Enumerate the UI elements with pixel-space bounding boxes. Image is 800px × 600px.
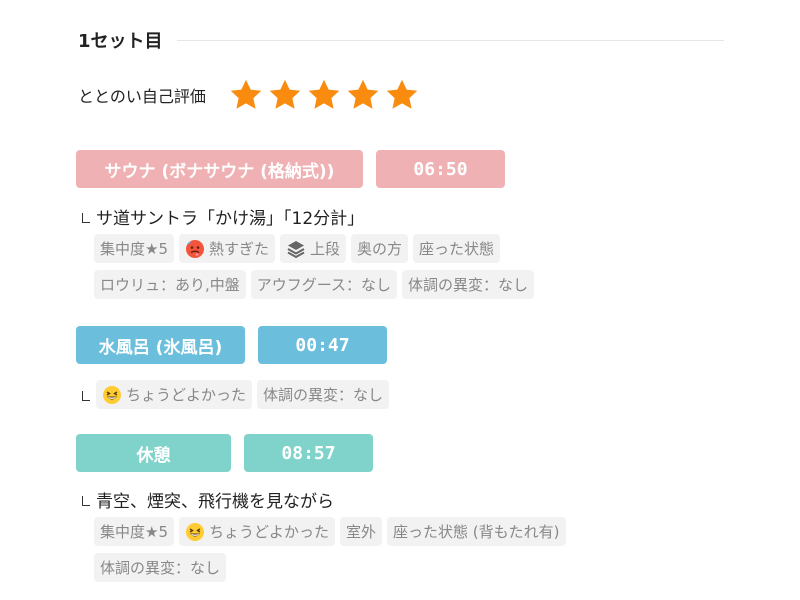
tag-text: ちょうどよかった <box>209 523 330 541</box>
tag-text: アウフグース：なし <box>256 276 392 294</box>
sauna-memo: サ道サントラ「かけ湯」「12分計」 <box>82 204 364 229</box>
rest-memo: 青空、煙突、飛行機を見ながら <box>82 487 334 512</box>
rest-label: 休憩 <box>76 434 231 472</box>
tag: 座った状態 <box>413 234 501 263</box>
evaluation-row: ととのい自己評価 <box>78 76 423 114</box>
water-label-text: 水風呂 (氷風呂) <box>98 337 223 358</box>
rest-time-text: 08:57 <box>281 442 336 464</box>
star-icon <box>228 77 264 113</box>
set-title: 1セット目 <box>78 31 163 52</box>
corner-icon <box>82 390 90 401</box>
tag: 体調の異変：なし <box>257 380 390 409</box>
rest-label-text: 休憩 <box>136 445 171 466</box>
sauna-time-text: 06:50 <box>413 158 468 180</box>
rest-tags-row2: 体調の異変：なし <box>94 553 231 582</box>
tag: 奥の方 <box>351 234 409 263</box>
star-icon <box>384 77 420 113</box>
star-icon <box>267 77 303 113</box>
rest-memo-text: 青空、煙突、飛行機を見ながら <box>96 492 334 512</box>
water-tags-row: ちょうどよかった 体調の異変：なし <box>82 380 394 409</box>
water-label: 水風呂 (氷風呂) <box>76 326 245 364</box>
rest-tags-row1: 集中度★5 ちょうどよかった 室外 座った状態 (背もたれ有) <box>94 517 571 546</box>
tag-text: 体調の異変：なし <box>100 559 221 577</box>
tag-text: ちょうどよかった <box>126 386 247 404</box>
water-time-text: 00:47 <box>295 334 350 356</box>
corner-icon <box>82 495 90 506</box>
rest-time: 08:57 <box>244 434 373 472</box>
star-rating <box>228 77 423 113</box>
grinning-face-icon <box>185 522 205 542</box>
tag: 上段 <box>280 234 347 263</box>
star-icon <box>306 77 342 113</box>
tag: 集中度★5 <box>94 234 174 263</box>
tag-text: 座った状態 (背もたれ有) <box>393 523 560 541</box>
tag-text: 体調の異変：なし <box>408 276 529 294</box>
tag-text: 集中度★5 <box>100 523 168 541</box>
tag: アウフグース：なし <box>250 270 398 299</box>
sauna-memo-text: サ道サントラ「かけ湯」「12分計」 <box>96 209 365 229</box>
grinning-face-icon <box>102 385 122 405</box>
tag: ロウリュ：あり,中盤 <box>94 270 246 299</box>
tag-text: 上段 <box>310 240 341 258</box>
sauna-time: 06:50 <box>376 150 505 188</box>
sauna-label: サウナ (ボナサウナ (格納式)) <box>76 150 363 188</box>
tag: 集中度★5 <box>94 517 174 546</box>
tag-text: 室外 <box>346 523 377 541</box>
tag: 体調の異変：なし <box>94 553 227 582</box>
tag: ちょうどよかった <box>96 380 253 409</box>
star-icon <box>345 77 381 113</box>
tag-text: 座った状態 <box>419 240 495 258</box>
tag-text: 体調の異変：なし <box>263 386 384 404</box>
layers-icon <box>286 239 306 259</box>
tag-text: 集中度★5 <box>100 240 168 258</box>
set-header: 1セット目 <box>78 26 724 54</box>
tag: 座った状態 (背もたれ有) <box>387 517 566 546</box>
hot-face-icon <box>185 239 205 259</box>
tag: 熱すぎた <box>179 234 276 263</box>
evaluation-label: ととのい自己評価 <box>78 87 206 106</box>
tag-text: ロウリュ：あり,中盤 <box>100 276 240 294</box>
tag: ちょうどよかった <box>179 517 336 546</box>
tag-text: 熱すぎた <box>209 240 270 258</box>
divider <box>176 39 724 41</box>
water-time: 00:47 <box>258 326 387 364</box>
tag: 体調の異変：なし <box>402 270 535 299</box>
corner-icon <box>82 212 90 223</box>
sauna-tags-row1: 集中度★5 熱すぎた 上段 奥の方 座った状態 <box>94 234 505 263</box>
tag: 室外 <box>340 517 383 546</box>
sauna-tags-row2: ロウリュ：あり,中盤 アウフグース：なし 体調の異変：なし <box>94 270 539 299</box>
tag-text: 奥の方 <box>357 240 403 258</box>
sauna-label-text: サウナ (ボナサウナ (格納式)) <box>104 161 335 182</box>
